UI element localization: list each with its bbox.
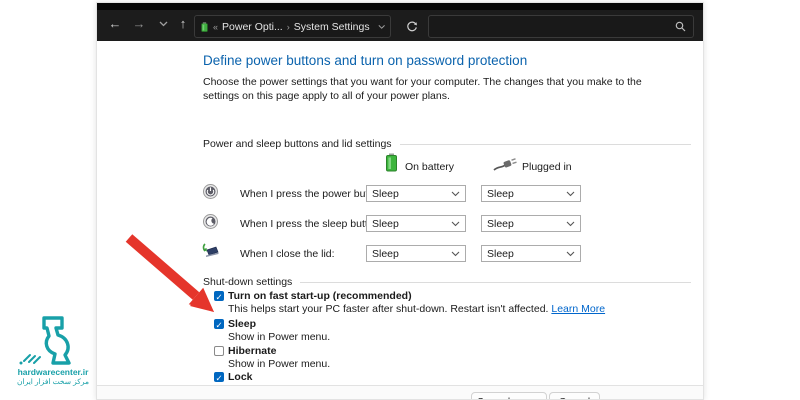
close-lid-row-label: When I close the lid: [240, 248, 335, 260]
power-section-label: Power and sleep buttons and lid settings [203, 138, 392, 150]
fast-startup-description-text: This helps start your PC faster after sh… [228, 303, 549, 315]
navigation-toolbar: ← → ↑ « Power Opti... › System Settings [97, 10, 703, 41]
refresh-icon[interactable] [401, 15, 423, 38]
sleep-option-description: Show in Power menu. [228, 331, 331, 343]
select-value: Sleep [487, 217, 514, 230]
recent-pages-chevron-icon[interactable] [153, 13, 173, 35]
breadcrumb-separator: › [286, 21, 290, 32]
address-bar[interactable]: « Power Opti... › System Settings [194, 15, 391, 38]
power-button-row-label: When I press the power button: [240, 188, 386, 200]
power-button-on-battery-select[interactable]: Sleep [366, 185, 466, 202]
plug-icon [493, 158, 517, 171]
chevron-down-icon [451, 191, 460, 196]
sleep-option-label: Sleep [228, 318, 257, 330]
cancel-button[interactable]: Cancel [549, 392, 600, 399]
learn-more-link[interactable]: Learn More [551, 303, 605, 315]
chevron-down-icon [566, 221, 575, 226]
shutdown-section-label: Shut-down settings [203, 276, 293, 288]
search-box[interactable] [428, 15, 694, 38]
control-panel-window: ← → ↑ « Power Opti... › System Settings [96, 2, 704, 400]
chevron-down-icon [451, 251, 460, 256]
hibernate-checkbox[interactable] [214, 346, 224, 356]
on-battery-column-label: On battery [405, 161, 455, 173]
back-icon[interactable]: ← [105, 13, 125, 35]
sleep-button-row-label: When I press the sleep button: [240, 218, 383, 230]
select-value: Sleep [487, 247, 514, 260]
sleep-button-icon [203, 214, 218, 229]
sleep-checkbox[interactable]: ✓ [214, 319, 224, 330]
shutdown-section-header: Shut-down settings [203, 276, 691, 288]
power-options-icon [201, 21, 208, 32]
watermark-tagline: مرکز سخت افزار ایران [16, 377, 90, 386]
search-icon [675, 21, 686, 32]
wrench-logo-icon [19, 316, 71, 365]
search-input[interactable] [436, 20, 675, 33]
select-value: Sleep [487, 187, 514, 200]
chevron-down-icon [566, 251, 575, 256]
close-lid-plugged-in-select[interactable]: Sleep [481, 245, 581, 262]
select-value: Sleep [372, 247, 399, 260]
hibernate-option-description: Show in Power menu. [228, 358, 331, 370]
fast-startup-description: This helps start your PC faster after sh… [228, 303, 605, 315]
up-icon[interactable]: ↑ [173, 13, 193, 35]
power-button-icon [203, 184, 218, 199]
title-bar [97, 3, 703, 10]
close-lid-on-battery-select[interactable]: Sleep [366, 245, 466, 262]
save-changes-button[interactable]: Save changes [471, 392, 547, 399]
settings-page: Define power buttons and turn on passwor… [97, 41, 703, 396]
select-value: Sleep [372, 217, 399, 230]
select-value: Sleep [372, 187, 399, 200]
forward-icon[interactable]: → [129, 13, 149, 35]
lid-close-icon [202, 243, 219, 257]
plugged-in-column-label: Plugged in [522, 161, 572, 173]
footer-bar [97, 386, 703, 399]
page-title: Define power buttons and turn on passwor… [203, 53, 528, 68]
address-dropdown-chevron-icon[interactable] [378, 24, 385, 30]
breadcrumb-item-system-settings[interactable]: System Settings [294, 21, 370, 33]
watermark-site-text: hardwarecenter.ir [17, 367, 89, 377]
fast-startup-label: Turn on fast start-up (recommended) [228, 290, 412, 302]
fast-startup-checkbox[interactable]: ✓ [214, 291, 224, 302]
breadcrumb-item-power-options[interactable]: Power Opti... [222, 21, 283, 33]
sleep-button-plugged-in-select[interactable]: Sleep [481, 215, 581, 232]
power-section-header: Power and sleep buttons and lid settings [203, 138, 691, 150]
chevron-down-icon [566, 191, 575, 196]
hibernate-option-label: Hibernate [228, 345, 277, 357]
chevron-down-icon [451, 221, 460, 226]
lock-option-label: Lock [228, 371, 253, 383]
lock-checkbox[interactable]: ✓ [214, 372, 224, 383]
power-button-plugged-in-select[interactable]: Sleep [481, 185, 581, 202]
page-description: Choose the power settings that you want … [203, 76, 642, 102]
sleep-button-on-battery-select[interactable]: Sleep [366, 215, 466, 232]
hardwarecenter-watermark: hardwarecenter.ir مرکز سخت افزار ایران [10, 314, 96, 386]
breadcrumb-prefix: « [213, 21, 219, 32]
battery-icon [386, 153, 397, 172]
